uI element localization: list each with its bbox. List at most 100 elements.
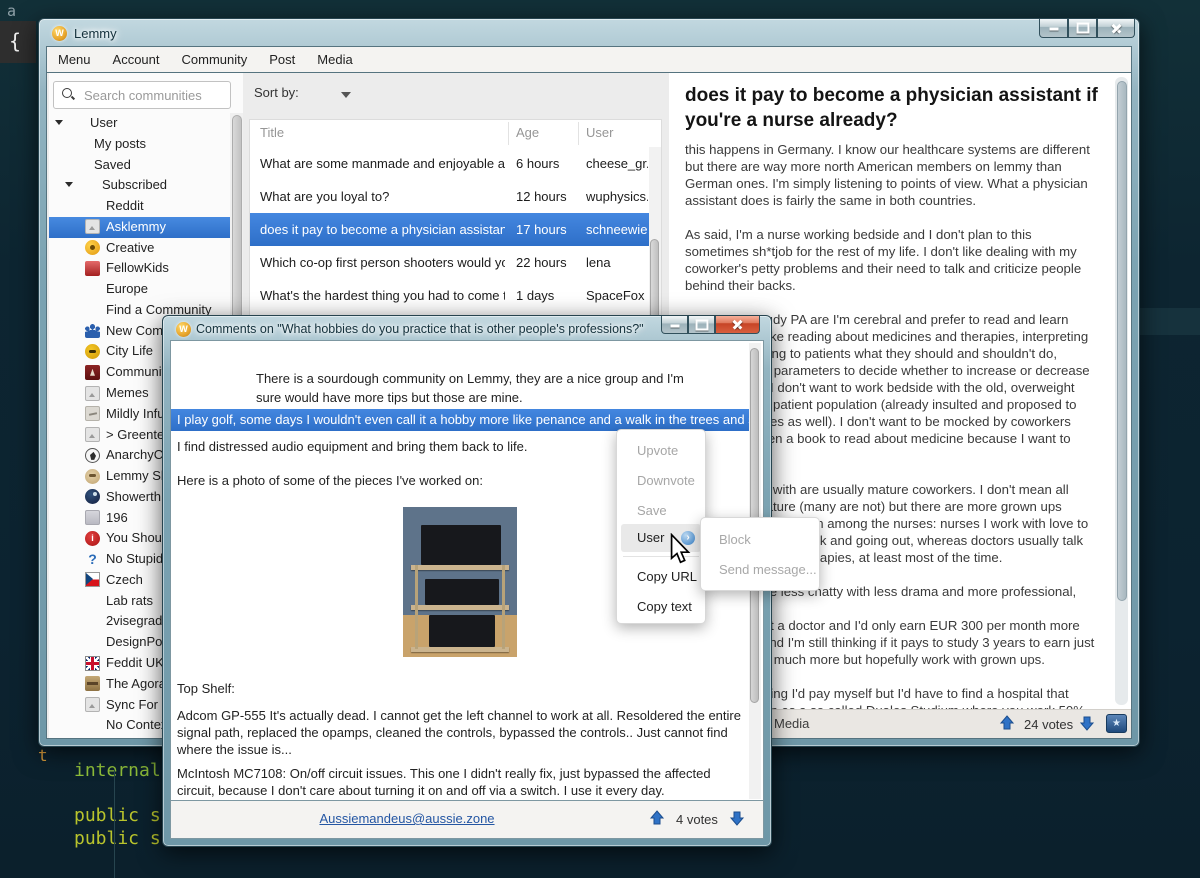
sidebar-item-label: Europe [106, 281, 148, 296]
comment-author-link[interactable]: Aussiemandeus@aussie.zone [171, 811, 643, 826]
expander-icon[interactable] [55, 120, 63, 125]
post-row-title: does it pay to become a physician assist… [260, 222, 505, 237]
question-icon: ? [85, 552, 100, 567]
menu-item-post[interactable]: Post [258, 47, 306, 72]
context-menu-item-save[interactable]: Save [621, 497, 701, 525]
post-row-age: 1 days [516, 288, 554, 303]
comment-context-menu: UpvoteDownvoteSaveUser›Copy URLCopy text [616, 429, 706, 624]
default-icon [85, 219, 100, 234]
post-row[interactable]: What's the hardest thing you had to come… [250, 279, 649, 312]
comment-line[interactable]: I find distressed audio equipment and br… [177, 439, 528, 454]
maximize-icon [695, 319, 708, 330]
lemmy-logo-icon: W [176, 322, 191, 337]
menu-item-media[interactable]: Media [306, 47, 363, 72]
editor-indent-guide [114, 770, 115, 878]
post-row-user: wuphysics... [586, 189, 648, 204]
sidebar-item-label: The Agora [106, 676, 166, 691]
media-viewer-button[interactable]: ★ [1106, 714, 1127, 733]
context-menu-item-copy-text[interactable]: Copy text [621, 593, 701, 621]
sidebar-item-asklemmy[interactable]: Asklemmy [49, 217, 230, 238]
sort-dropdown-arrow-icon[interactable] [341, 92, 351, 98]
sidebar-item-label: Asklemmy [106, 219, 166, 234]
sidebar-item-subscribed[interactable]: Subscribed [49, 175, 230, 196]
menu-item-menu[interactable]: Menu [47, 47, 102, 72]
expander-icon[interactable] [65, 182, 73, 187]
comment-line[interactable]: Top Shelf: [177, 681, 235, 696]
uk-flag-icon [85, 656, 100, 671]
downvote-arrow-icon[interactable] [1079, 715, 1095, 731]
search-box[interactable] [53, 81, 231, 109]
photo-shelf [411, 605, 509, 610]
czech-flag-icon [85, 572, 100, 587]
menu-item-community[interactable]: Community [171, 47, 259, 72]
sidebar-item-label: Lab rats [106, 593, 153, 608]
photo-shelf [411, 565, 509, 570]
column-header-user[interactable]: User [586, 125, 613, 140]
post-paragraph: As said, I'm a nurse working bedside and… [685, 226, 1097, 294]
sidebar-item-europe[interactable]: Europe [49, 279, 230, 300]
creative-icon [85, 240, 100, 255]
sidebar-item-creative[interactable]: Creative [49, 238, 230, 259]
photo-amplifier [429, 615, 495, 647]
editor-brace: { [0, 21, 36, 63]
mouse-cursor [668, 533, 692, 565]
post-row-title: What's the hardest thing you had to come… [260, 288, 505, 303]
user-submenu: BlockSend message... [700, 517, 820, 591]
post-detail-scroll-thumb[interactable] [1117, 81, 1127, 601]
post-row[interactable]: does it pay to become a physician assist… [250, 213, 649, 246]
comment-line[interactable]: Here is a photo of some of the pieces I'… [177, 473, 483, 488]
monkey-icon [85, 469, 100, 484]
context-menu-item-downvote[interactable]: Downvote [621, 467, 701, 495]
sidebar-item-label: Memes [106, 385, 149, 400]
post-detail-scrollbar[interactable] [1115, 77, 1128, 705]
submenu-item-block[interactable]: Block [705, 526, 815, 554]
column-header-title[interactable]: Title [260, 125, 284, 140]
context-menu-item-copy-url[interactable]: Copy URL [621, 563, 701, 591]
comment-selected[interactable]: I play golf, some days I wouldn't even c… [171, 409, 749, 431]
close-button[interactable] [1097, 19, 1135, 38]
comment-reply[interactable]: There is a sourdough community on Lemmy,… [256, 369, 706, 407]
sidebar-item-label: > Greentex [106, 427, 171, 442]
column-header-age[interactable]: Age [516, 125, 539, 140]
post-row[interactable]: What are some manmade and enjoyable am..… [250, 147, 649, 180]
sort-row: Sort by: [249, 73, 662, 119]
photo-shelf [411, 647, 509, 652]
downvote-arrow-icon[interactable] [729, 810, 745, 826]
comments-footer-bar: Aussiemandeus@aussie.zone 4 votes [171, 801, 763, 838]
context-menu-item-upvote[interactable]: Upvote [621, 437, 701, 465]
sidebar-item-reddit[interactable]: Reddit [49, 196, 230, 217]
sidebar-item-label: My posts [94, 136, 146, 151]
sidebar-item-label: Reddit [106, 198, 144, 213]
sidebar-item-fellowkids[interactable]: FellowKids [49, 258, 230, 279]
comments-window-title: Comments on "What hobbies do you practic… [196, 322, 644, 336]
sidebar-item-saved[interactable]: Saved [49, 155, 230, 176]
post-row-age: 12 hours [516, 189, 567, 204]
sidebar-item-label: 2visegrad4 [106, 613, 170, 628]
search-icon [61, 87, 75, 101]
menu-item-account[interactable]: Account [102, 47, 171, 72]
maximize-button[interactable] [1068, 19, 1097, 38]
post-row-age: 17 hours [516, 222, 567, 237]
comment-paragraph[interactable]: McIntosh MC7108: On/off circuit issues. … [177, 765, 743, 799]
sidebar-item-my-posts[interactable]: My posts [49, 134, 230, 155]
editor-code-line: internal [74, 760, 161, 781]
minimize-button[interactable] [1039, 19, 1068, 38]
search-input[interactable] [82, 85, 226, 105]
sidebar-item-user[interactable]: User [49, 113, 230, 134]
sidebar-item-label: Showerth [106, 489, 161, 504]
close-button[interactable] [715, 316, 760, 334]
close-icon [1111, 23, 1122, 34]
comment-photo[interactable] [403, 507, 517, 657]
maximize-icon [1076, 23, 1089, 34]
post-row-user: lena [586, 255, 648, 270]
upvote-arrow-icon[interactable] [999, 715, 1015, 731]
maximize-button[interactable] [688, 316, 715, 334]
editor-highlight-band [1138, 308, 1200, 335]
post-row[interactable]: What are you loyal to?12 hourswuphysics.… [250, 180, 649, 213]
comment-paragraph[interactable]: Adcom GP-555 It's actually dead. I canno… [177, 707, 743, 758]
minimize-icon [1049, 28, 1058, 31]
minimize-button[interactable] [661, 316, 688, 334]
submenu-item-send-message[interactable]: Send message... [705, 556, 815, 584]
post-row[interactable]: Which co-op first person shooters would … [250, 246, 649, 279]
upvote-arrow-icon[interactable] [649, 810, 665, 826]
